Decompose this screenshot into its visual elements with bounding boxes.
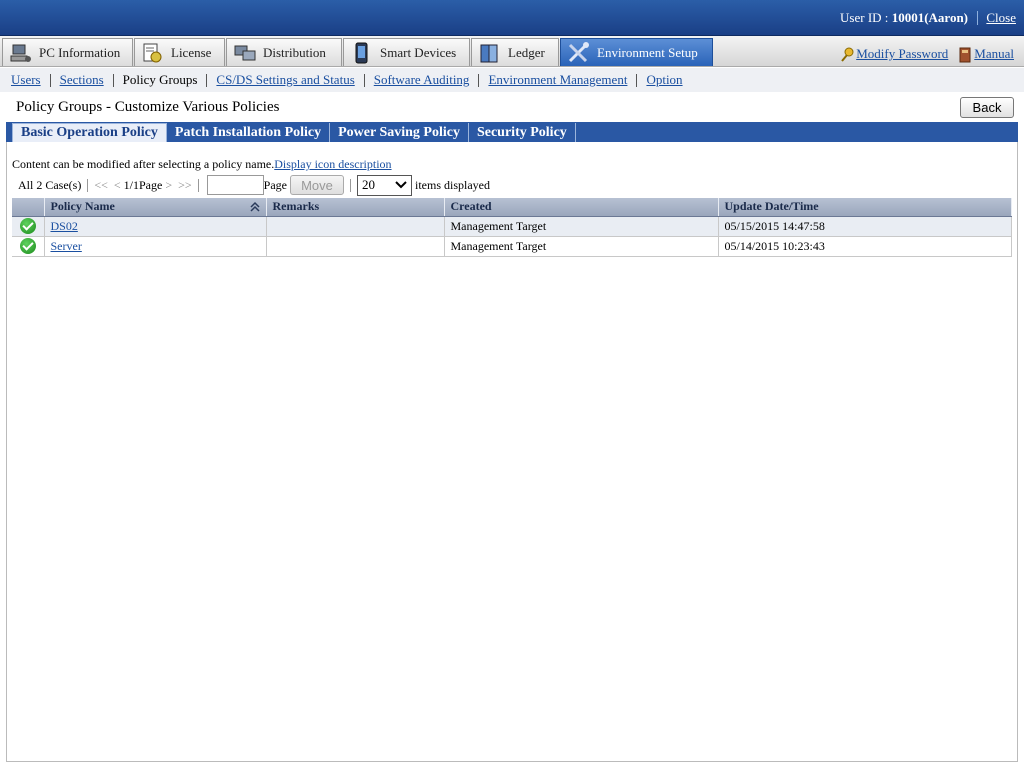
divider [478, 73, 480, 87]
back-button[interactable]: Back [960, 97, 1014, 118]
remarks-cell [266, 236, 445, 257]
smart-devices-icon [350, 42, 374, 64]
page-info: 1/1Page [123, 177, 163, 192]
tab-label: Smart Devices [380, 44, 457, 60]
tab-basic-operation-policy[interactable]: Basic Operation Policy [12, 123, 167, 142]
distribution-icon [233, 42, 257, 64]
status-cell [12, 236, 45, 257]
tab-smart-devices[interactable]: Smart Devices [343, 38, 470, 66]
items-per-page-select[interactable]: 20 [356, 174, 412, 196]
description: Content can be modified after selecting … [12, 157, 392, 172]
updated-cell: 05/14/2015 10:23:43 [718, 236, 1012, 257]
tab-security-policy[interactable]: Security Policy [469, 123, 576, 142]
column-policy-name[interactable]: Policy Name [44, 198, 267, 217]
main-navigation: PC Information License Distribution Smar… [0, 36, 1024, 67]
tab-distribution[interactable]: Distribution [226, 38, 342, 66]
icon-column-header [12, 198, 45, 217]
display-icon-description-link[interactable]: Display icon description [274, 157, 391, 171]
tab-environment-setup[interactable]: Environment Setup [560, 38, 713, 66]
close-link[interactable]: Close [986, 10, 1016, 26]
page-title: Policy Groups - Customize Various Polici… [16, 99, 280, 115]
divider [977, 11, 978, 25]
prev-page-link: < [113, 177, 121, 192]
remarks-cell [266, 216, 445, 237]
divider [87, 178, 89, 192]
subnav-cs-ds-settings[interactable]: CS/DS Settings and Status [216, 72, 354, 88]
policy-name-cell: DS02 [44, 216, 267, 237]
ledger-icon [478, 42, 502, 64]
policy-tabs: Basic Operation Policy Patch Installatio… [6, 122, 1018, 142]
first-page-link: << [94, 177, 108, 192]
tab-label: Environment Setup [597, 44, 698, 60]
subnav-option[interactable]: Option [646, 72, 682, 88]
page-number-input[interactable] [206, 175, 264, 195]
table-row: DS02 Management Target 05/15/2015 14:47:… [12, 216, 1012, 237]
sort-ascending-icon[interactable] [249, 201, 260, 217]
updated-cell: 05/15/2015 14:47:58 [718, 216, 1012, 237]
status-cell [12, 216, 45, 237]
modify-password-link[interactable]: Modify Password [840, 46, 948, 63]
table-header: Policy Name Remarks Created Update Date/… [12, 198, 1012, 217]
divider [636, 73, 638, 87]
subnav-sections[interactable]: Sections [60, 72, 104, 88]
pager: All 2 Case(s) << < 1/1Page > >> Page Mov… [18, 174, 490, 196]
subnav-environment-management[interactable]: Environment Management [488, 72, 627, 88]
policy-name-link[interactable]: Server [51, 239, 82, 253]
tab-label: License [171, 44, 212, 60]
move-button[interactable]: Move [289, 175, 344, 195]
tab-label: Distribution [263, 44, 326, 60]
tab-pc-information[interactable]: PC Information [2, 38, 133, 66]
environment-setup-icon [567, 41, 591, 64]
last-page-link: >> [178, 177, 192, 192]
sub-navigation: Users Sections Policy Groups CS/DS Setti… [0, 68, 1024, 92]
page-label: Page [263, 177, 287, 192]
tab-license[interactable]: License [134, 38, 225, 66]
table-row: Server Management Target 05/14/2015 10:2… [12, 236, 1012, 257]
next-page-link: > [165, 177, 173, 192]
created-cell: Management Target [444, 216, 719, 237]
tab-patch-installation-policy[interactable]: Patch Installation Policy [167, 123, 331, 142]
policy-name-link[interactable]: DS02 [51, 219, 78, 233]
pc-information-icon [9, 42, 33, 64]
description-text: Content can be modified after selecting … [12, 157, 275, 171]
created-cell: Management Target [444, 236, 719, 257]
total-count: All 2 Case(s) [18, 177, 82, 192]
divider [349, 178, 351, 192]
manual-label[interactable]: Manual [974, 46, 1014, 61]
divider [197, 178, 199, 192]
divider [49, 73, 51, 87]
column-update-date-time[interactable]: Update Date/Time [718, 198, 1012, 217]
column-remarks[interactable]: Remarks [266, 198, 445, 217]
divider [206, 73, 208, 87]
subnav-software-auditing[interactable]: Software Auditing [374, 72, 470, 88]
status-ok-icon [19, 218, 36, 235]
subnav-users[interactable]: Users [11, 72, 41, 88]
key-icon [840, 47, 854, 63]
tab-power-saving-policy[interactable]: Power Saving Policy [330, 123, 469, 142]
tab-label: PC Information [39, 44, 121, 60]
book-icon [958, 47, 972, 63]
column-label: Policy Name [50, 199, 115, 214]
divider [112, 73, 114, 87]
items-displayed-label: items displayed [414, 177, 490, 192]
tab-ledger[interactable]: Ledger [471, 38, 559, 66]
top-header: User ID : 10001(Aaron) Close [0, 0, 1024, 36]
tab-label: Ledger [508, 44, 545, 60]
status-ok-icon [19, 238, 36, 255]
chevron-down-icon [395, 177, 407, 193]
user-id: User ID : 10001(Aaron) [840, 10, 968, 25]
divider [363, 73, 365, 87]
column-created[interactable]: Created [444, 198, 719, 217]
policy-name-cell: Server [44, 236, 267, 257]
manual-link[interactable]: Manual [958, 46, 1014, 63]
utility-links: Modify Password Manual [840, 46, 1014, 63]
license-icon [141, 42, 165, 64]
policy-table: Policy Name Remarks Created Update Date/… [12, 198, 1012, 257]
items-per-page-value: 20 [361, 177, 375, 192]
modify-password-label[interactable]: Modify Password [856, 46, 948, 61]
subnav-policy-groups: Policy Groups [122, 72, 198, 87]
